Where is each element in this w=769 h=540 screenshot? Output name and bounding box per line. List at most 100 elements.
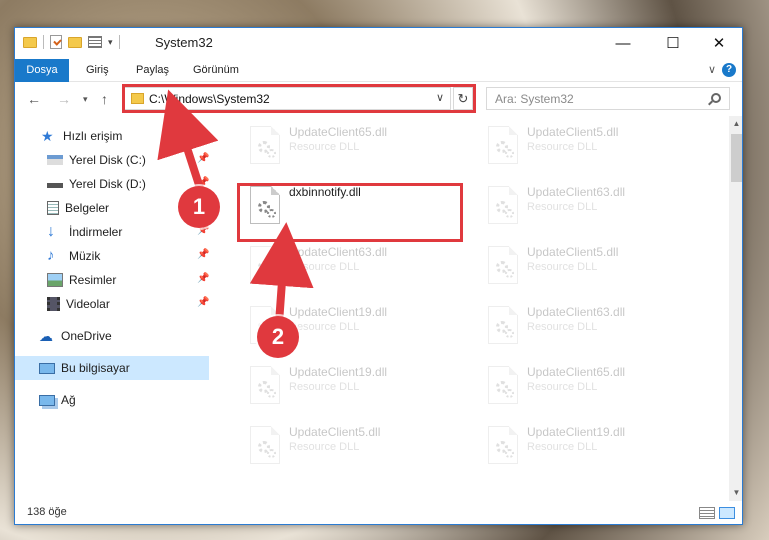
ribbon: Dosya Giriş Paylaş Görünüm ∨ ? bbox=[15, 59, 742, 82]
file-name: UpdateClient65.dll bbox=[527, 365, 626, 379]
dll-file-icon bbox=[488, 426, 518, 464]
file-name: UpdateClient5.dll bbox=[289, 425, 381, 439]
tab-share[interactable]: Paylaş bbox=[123, 59, 182, 82]
quick-access-toolbar: ▾ bbox=[23, 35, 120, 49]
file-type: Resource DLL bbox=[527, 141, 598, 153]
list-item[interactable]: UpdateClient19.dll Resource DLL bbox=[480, 420, 705, 470]
sidebar-item-label: Bu bilgisayar bbox=[61, 361, 130, 375]
cloud-icon: ☁ bbox=[39, 328, 53, 344]
list-item[interactable]: UpdateClient63.dll Resource DLL bbox=[242, 240, 467, 290]
file-type: Resource DLL bbox=[289, 141, 360, 153]
star-icon: ★ bbox=[41, 128, 54, 144]
recent-locations-chevron-icon[interactable]: ▾ bbox=[83, 94, 88, 105]
scrollbar-thumb[interactable] bbox=[731, 134, 742, 182]
details-view-icon[interactable] bbox=[699, 507, 715, 519]
tab-file[interactable]: Dosya bbox=[15, 59, 69, 82]
sidebar-item-label: Resimler bbox=[69, 273, 117, 287]
pin-icon: 📌 bbox=[197, 249, 210, 260]
dll-file-icon bbox=[488, 306, 518, 344]
file-type: Resource DLL bbox=[527, 201, 598, 213]
status-bar: 138 öğe bbox=[15, 501, 742, 524]
properties-icon[interactable] bbox=[88, 36, 102, 48]
pin-icon: 📌 bbox=[197, 153, 210, 164]
sidebar-item-this-pc[interactable]: Bu bilgisayar bbox=[15, 356, 209, 380]
sidebar-item-label: Yerel Disk (D:) bbox=[69, 177, 146, 191]
dll-file-icon bbox=[250, 426, 280, 464]
file-name: UpdateClient65.dll bbox=[289, 125, 388, 139]
window-title: System32 bbox=[155, 35, 213, 50]
up-arrow-icon[interactable]: ↑ bbox=[101, 91, 108, 107]
address-highlight-box bbox=[122, 84, 476, 113]
scroll-down-icon[interactable]: ▼ bbox=[729, 485, 742, 501]
file-name: UpdateClient63.dll bbox=[289, 245, 388, 259]
tab-view[interactable]: Görünüm bbox=[180, 59, 252, 82]
dll-file-icon bbox=[488, 186, 518, 224]
properties-check-icon[interactable] bbox=[50, 35, 62, 49]
minimize-button[interactable]: — bbox=[600, 28, 646, 58]
file-name: UpdateClient19.dll bbox=[289, 365, 388, 379]
pin-icon: 📌 bbox=[197, 273, 210, 284]
sidebar-item-label: İndirmeler bbox=[69, 225, 123, 239]
documents-icon bbox=[47, 201, 59, 215]
back-arrow-icon[interactable]: ← bbox=[27, 91, 41, 107]
sidebar-item-local-disk-d[interactable]: Yerel Disk (D:) 📌 bbox=[15, 172, 209, 196]
sidebar-item-pictures[interactable]: Resimler 📌 bbox=[15, 268, 209, 292]
customize-toolbar-chevron-icon[interactable]: ▾ bbox=[108, 37, 113, 48]
dll-file-icon bbox=[488, 126, 518, 164]
list-item[interactable]: UpdateClient5.dll Resource DLL bbox=[242, 420, 467, 470]
sidebar-item-label: Müzik bbox=[69, 249, 101, 263]
scroll-up-icon[interactable]: ▲ bbox=[729, 116, 742, 132]
file-name: UpdateClient19.dll bbox=[289, 305, 388, 319]
file-type: Resource DLL bbox=[527, 261, 598, 273]
search-icon[interactable] bbox=[711, 93, 721, 103]
file-highlight-box bbox=[237, 183, 463, 242]
help-icon[interactable]: ? bbox=[722, 63, 736, 77]
list-item[interactable]: UpdateClient5.dll Resource DLL bbox=[480, 240, 705, 290]
tab-home[interactable]: Giriş bbox=[73, 59, 122, 82]
search-input[interactable]: Ara: System32 bbox=[486, 87, 730, 110]
sidebar-item-music[interactable]: ♪ Müzik 📌 bbox=[15, 244, 209, 268]
sidebar-item-videos[interactable]: Videolar 📌 bbox=[15, 292, 209, 316]
dll-file-icon bbox=[250, 246, 280, 284]
file-explorer-window: ▾ System32 — ☐ ✕ Dosya Giriş Paylaş Görü… bbox=[14, 27, 743, 525]
list-item[interactable]: UpdateClient19.dll Resource DLL bbox=[242, 360, 467, 410]
sidebar-item-network[interactable]: Ağ bbox=[15, 388, 209, 412]
list-item[interactable]: UpdateClient65.dll Resource DLL bbox=[242, 120, 467, 170]
file-name: UpdateClient19.dll bbox=[527, 425, 626, 439]
sidebar-item-onedrive[interactable]: ☁ OneDrive bbox=[15, 324, 209, 348]
forward-arrow-icon[interactable]: → bbox=[57, 91, 71, 107]
step-2-marker: 2 bbox=[257, 316, 299, 358]
sidebar-item-quick-access[interactable]: ★ Hızlı erişim bbox=[15, 124, 209, 148]
list-item[interactable]: UpdateClient5.dll Resource DLL bbox=[480, 120, 705, 170]
large-icons-view-icon[interactable] bbox=[719, 507, 735, 519]
sidebar-item-label: Ağ bbox=[61, 393, 76, 407]
file-name: UpdateClient63.dll bbox=[527, 185, 626, 199]
sidebar-item-downloads[interactable]: ↓ İndirmeler 📌 bbox=[15, 220, 209, 244]
new-folder-icon[interactable] bbox=[68, 36, 82, 48]
vertical-scrollbar[interactable]: ▲ ▼ bbox=[729, 116, 742, 501]
file-name: UpdateClient5.dll bbox=[527, 125, 619, 139]
dll-file-icon bbox=[488, 366, 518, 404]
file-type: Resource DLL bbox=[527, 381, 598, 393]
drive-icon bbox=[47, 180, 63, 188]
navigation-bar: ← → ▾ ↑ C:\Windows\System32 ∨ ↻ Ara: Sys… bbox=[15, 82, 742, 116]
file-type: Resource DLL bbox=[289, 381, 360, 393]
step-1-marker: 1 bbox=[178, 186, 220, 228]
video-icon bbox=[47, 297, 60, 311]
search-placeholder: Ara: System32 bbox=[495, 92, 574, 106]
close-button[interactable]: ✕ bbox=[696, 28, 742, 58]
music-icon: ♪ bbox=[47, 247, 55, 264]
list-item[interactable]: UpdateClient63.dll Resource DLL bbox=[480, 300, 705, 350]
navigation-pane: ★ Hızlı erişim Yerel Disk (C:) 📌 Yerel D… bbox=[15, 116, 211, 501]
sidebar-item-label: Videolar bbox=[66, 297, 110, 311]
list-item[interactable]: UpdateClient65.dll Resource DLL bbox=[480, 360, 705, 410]
file-type: Resource DLL bbox=[527, 321, 598, 333]
folder-icon[interactable] bbox=[23, 36, 37, 48]
network-icon bbox=[39, 394, 55, 406]
file-type: Resource DLL bbox=[289, 321, 360, 333]
computer-icon bbox=[39, 362, 55, 374]
maximize-button[interactable]: ☐ bbox=[650, 28, 696, 58]
list-item[interactable]: UpdateClient63.dll Resource DLL bbox=[480, 180, 705, 230]
expand-ribbon-chevron-icon[interactable]: ∨ bbox=[708, 63, 716, 76]
sidebar-item-local-disk-c[interactable]: Yerel Disk (C:) 📌 bbox=[15, 148, 209, 172]
